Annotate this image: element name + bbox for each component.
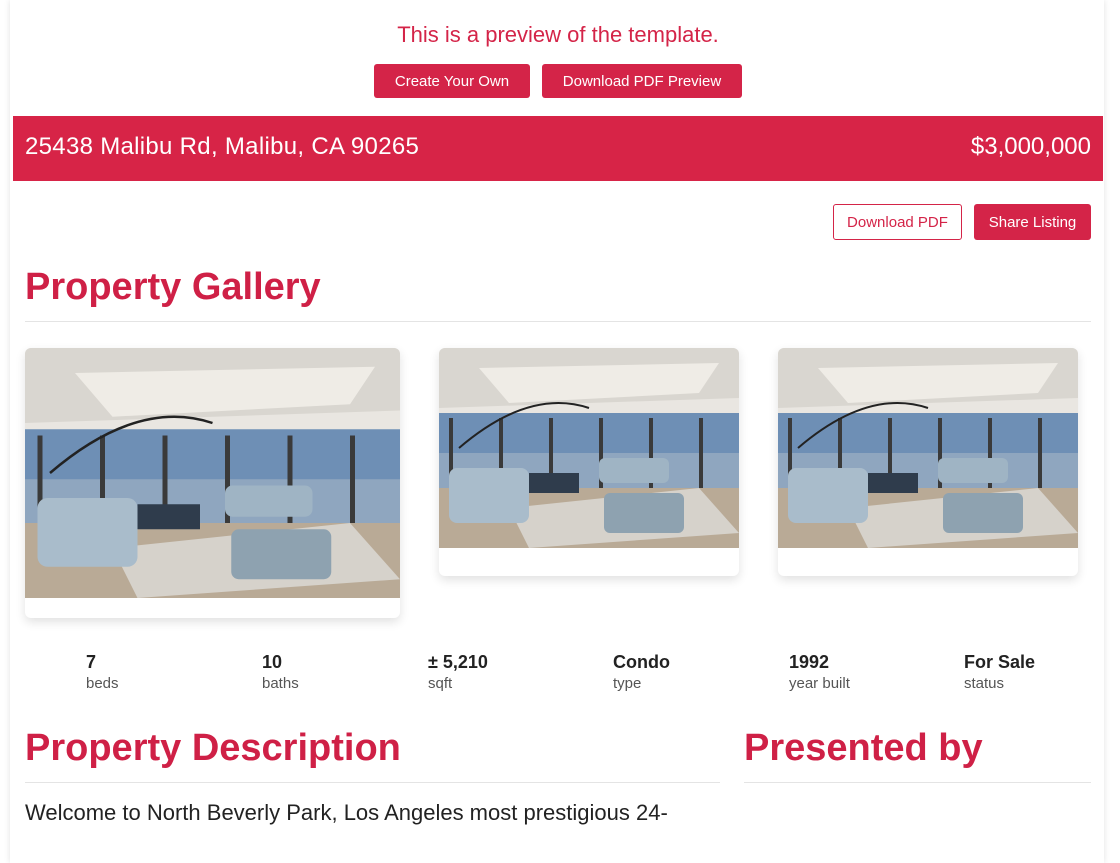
listing-price: $3,000,000 [970,133,1091,160]
stat-value: 10 [262,652,283,672]
stat-value: For Sale [964,652,1036,672]
description-title: Property Description [25,727,401,769]
listing-banner: 25438 Malibu Rd, Malibu, CA 90265 $3,000… [13,116,1103,181]
share-listing-button[interactable]: Share Listing [974,204,1091,240]
stat-value: Condo [613,652,670,672]
stat-baths: 10 baths [262,652,299,692]
description-divider [25,782,720,783]
living-room-photo [439,348,739,548]
create-your-own-button[interactable]: Create Your Own [374,64,530,98]
stat-type: Condo type [613,652,670,692]
stat-year-built: 1992 year built [789,652,850,692]
stat-status: For Sale status [964,652,1035,692]
download-pdf-preview-button[interactable]: Download PDF Preview [542,64,742,98]
description-text: Welcome to North Beverly Park, Los Angel… [25,800,668,825]
stat-label: beds [86,675,119,692]
living-room-photo [25,348,400,598]
preview-message: This is a preview of the template. [397,22,719,47]
gallery-photo-2[interactable] [439,348,739,576]
stat-label: year built [789,675,850,692]
stat-sqft: ± 5,210 sqft [428,652,488,692]
stat-value: 1992 [789,652,830,672]
stat-label: baths [262,675,299,692]
stat-label: status [964,675,1005,692]
stat-value: 7 [86,652,97,672]
gallery-photo-3[interactable] [778,348,1078,576]
presented-by-divider [744,782,1091,783]
living-room-photo [778,348,1078,548]
download-pdf-button[interactable]: Download PDF [833,204,962,240]
stat-value: ± 5,210 [428,652,488,672]
stat-label: type [613,675,642,692]
stat-label: sqft [428,675,453,692]
gallery-photo-1[interactable] [25,348,400,618]
stat-beds: 7 beds [86,652,119,692]
listing-address: 25438 Malibu Rd, Malibu, CA 90265 [25,133,420,160]
presented-by-title: Presented by [744,727,983,769]
gallery-divider [25,321,1091,322]
gallery-title: Property Gallery [25,266,321,308]
